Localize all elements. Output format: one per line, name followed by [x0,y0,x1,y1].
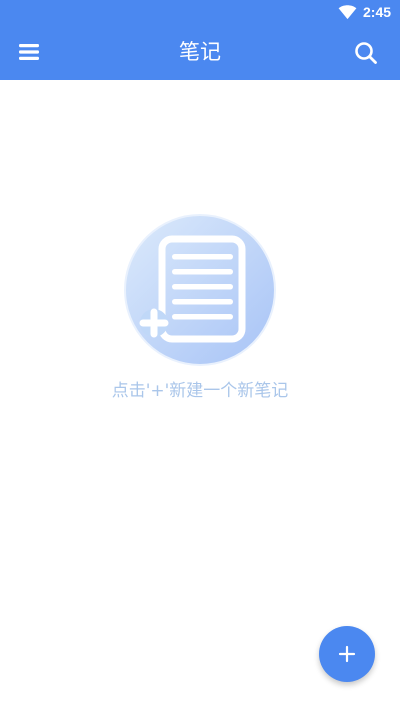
toolbar: 笔记 [0,24,400,80]
status-bar: 2:45 [0,0,400,24]
page-title: 笔记 [179,40,221,64]
menu-icon[interactable] [16,40,44,64]
add-note-button[interactable] [319,626,375,682]
search-icon[interactable] [352,39,380,67]
add-icon [338,645,356,663]
wifi-icon [338,5,357,20]
empty-hint-text: 点击'+'新建一个新笔记 [111,381,289,401]
status-time: 2:45 [363,4,392,20]
empty-notes-icon [123,213,277,367]
